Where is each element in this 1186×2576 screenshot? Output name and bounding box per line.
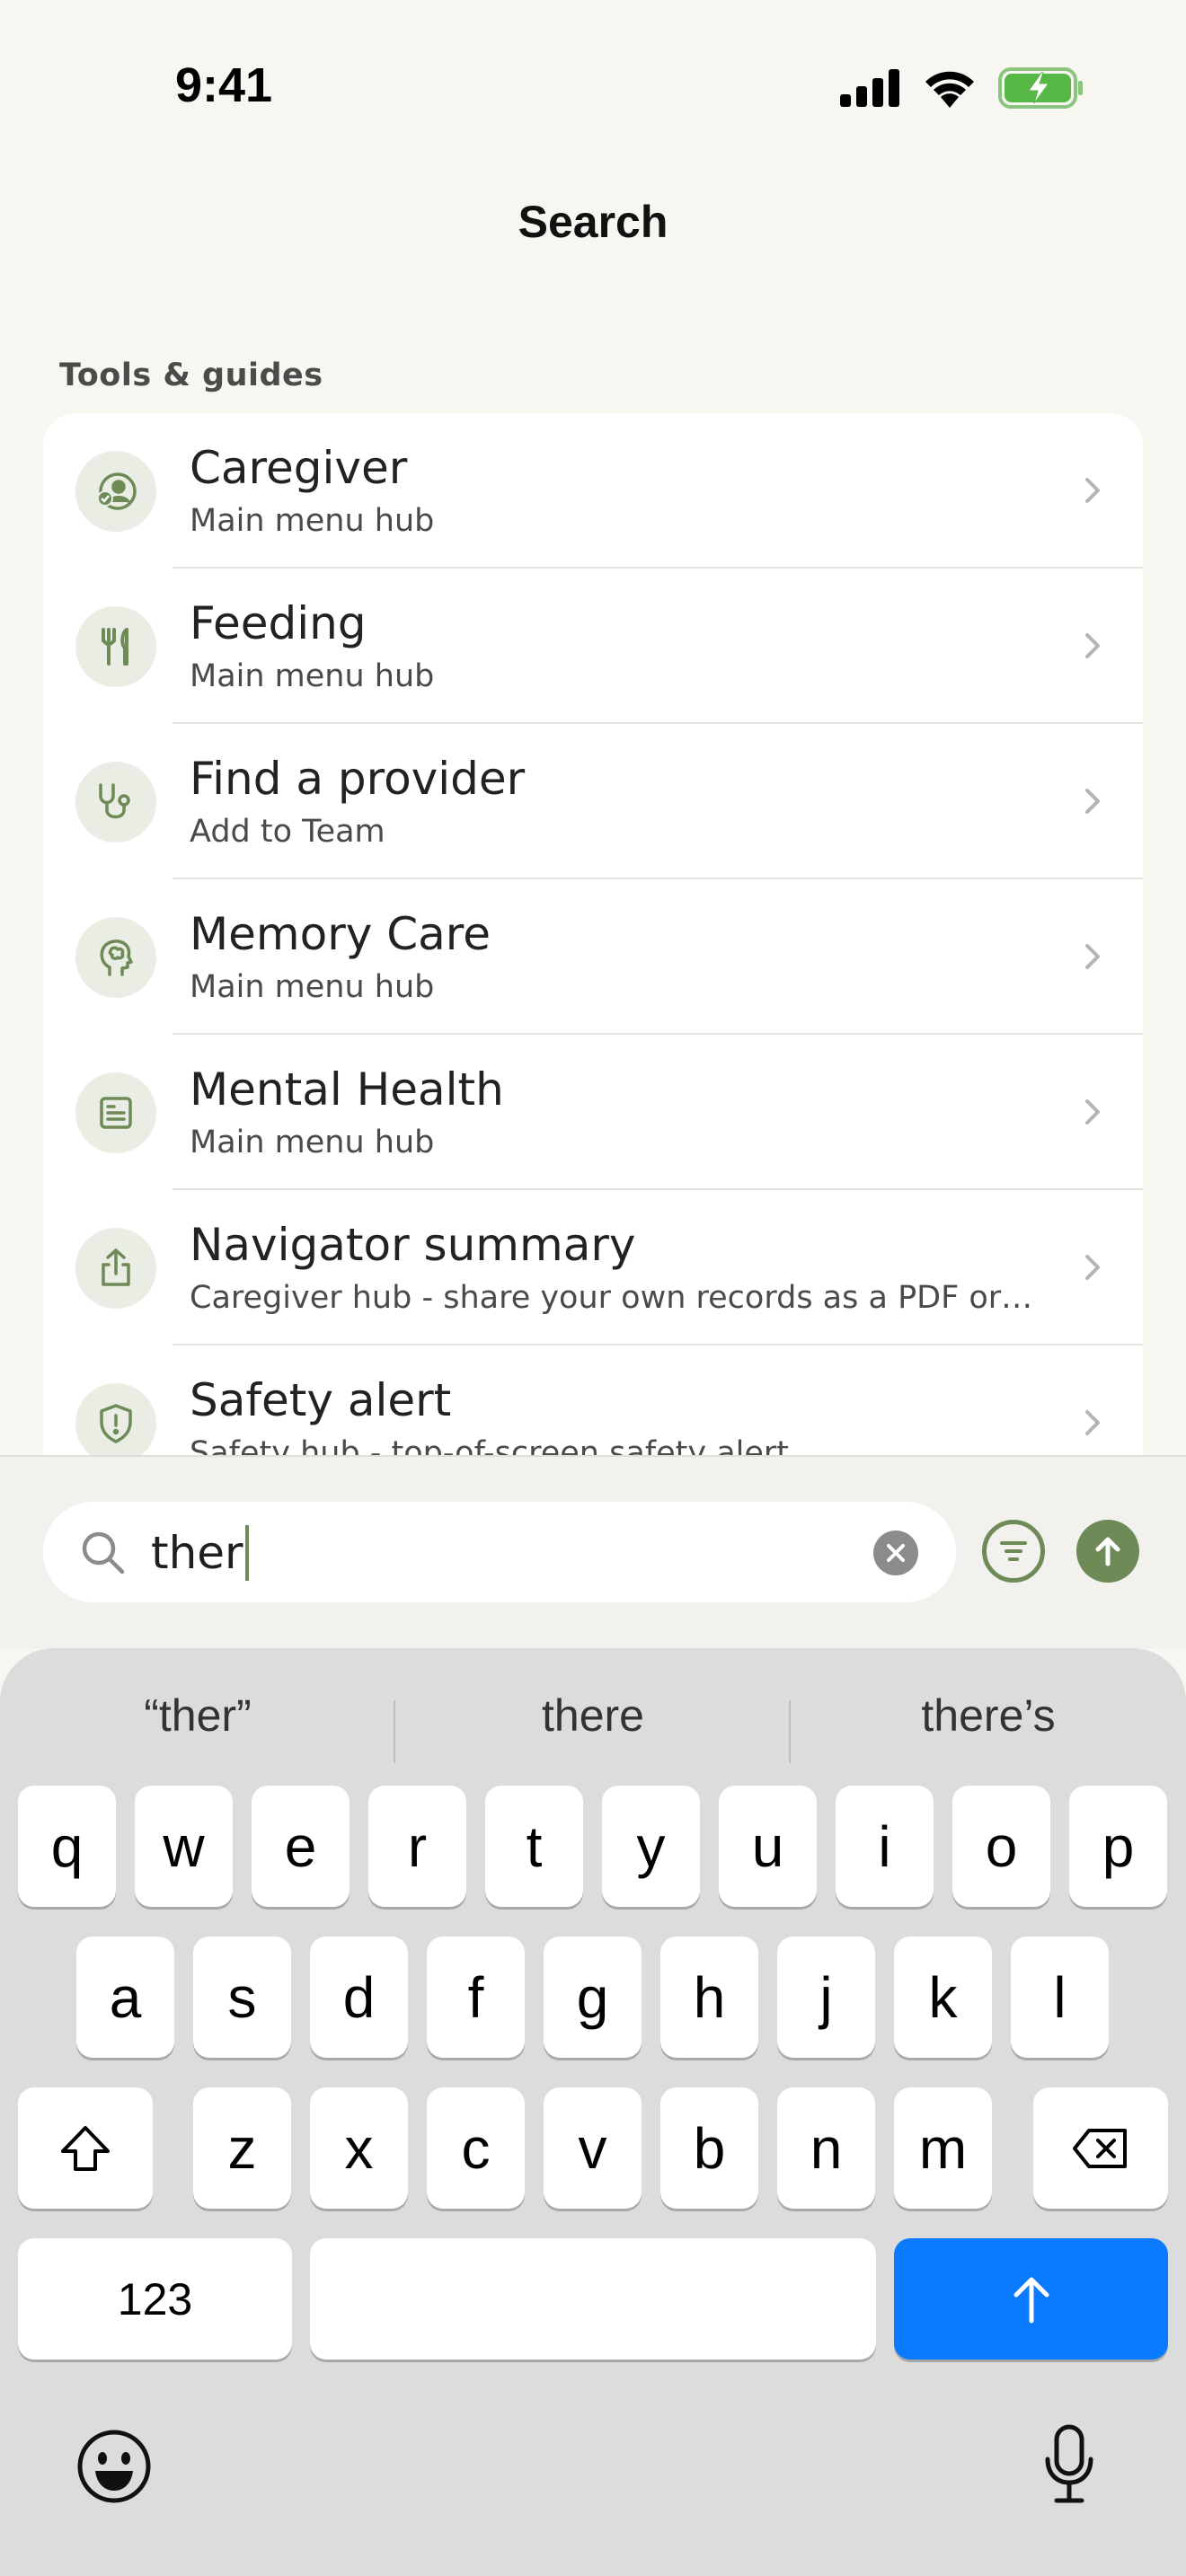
key-x[interactable]: x [310, 2087, 408, 2209]
chevron-right-icon [1085, 1410, 1100, 1435]
result-title: Safety alert [190, 1374, 452, 1426]
search-value: ther [151, 1525, 249, 1581]
key-j[interactable]: j [777, 1936, 875, 2058]
search-bar: ther [0, 1455, 1186, 1648]
result-subtitle: Main menu hub [190, 969, 435, 1005]
shift-icon [61, 2125, 110, 2171]
key-q[interactable]: q [18, 1786, 116, 1907]
search-value-text: ther [151, 1527, 243, 1579]
result-title: Find a provider [190, 753, 526, 805]
key-u[interactable]: u [719, 1786, 817, 1907]
result-title: Navigator summary [190, 1219, 636, 1271]
key-b[interactable]: b [660, 2087, 758, 2209]
result-item-feeding[interactable]: Feeding Main menu hub [43, 569, 1143, 724]
key-f[interactable]: f [427, 1936, 525, 2058]
result-subtitle: Main menu hub [190, 658, 435, 694]
key-h[interactable]: h [660, 1936, 758, 2058]
result-subtitle: Caregiver hub - share your own records a… [190, 1280, 1033, 1316]
result-title: Caregiver [190, 442, 408, 494]
key-w[interactable]: w [135, 1786, 233, 1907]
clear-search-button[interactable] [873, 1531, 918, 1575]
key-c[interactable]: c [427, 2087, 525, 2209]
result-item-navigator-summary[interactable]: Navigator summary Caregiver hub - share … [43, 1190, 1143, 1345]
key-m[interactable]: m [894, 2087, 992, 2209]
key-d[interactable]: d [310, 1936, 408, 2058]
return-key[interactable] [894, 2238, 1168, 2360]
chevron-right-icon [1085, 478, 1100, 503]
search-input[interactable]: ther [43, 1502, 956, 1602]
results-list: Caregiver Main menu hub Feeding Main men… [43, 413, 1143, 1455]
stethoscope-icon [75, 762, 156, 842]
status-time: 9:41 [175, 58, 273, 112]
result-title: Memory Care [190, 908, 491, 960]
suggestion-item[interactable]: there’s [791, 1666, 1186, 1765]
backspace-icon [1073, 2128, 1127, 2168]
key-k[interactable]: k [894, 1936, 992, 2058]
chevron-right-icon [1085, 1099, 1100, 1125]
search-icon [82, 1531, 125, 1575]
cellular-signal-icon [840, 69, 899, 107]
key-r[interactable]: r [368, 1786, 466, 1907]
fork-knife-icon [75, 606, 156, 687]
delete-key[interactable] [1033, 2087, 1168, 2209]
battery-charging-icon [998, 67, 1083, 109]
page-title: Search [518, 197, 668, 247]
numbers-key[interactable]: 123 [18, 2238, 292, 2360]
chevron-right-icon [1085, 633, 1100, 658]
key-o[interactable]: o [952, 1786, 1050, 1907]
key-g[interactable]: g [544, 1936, 642, 2058]
key-l[interactable]: l [1011, 1936, 1109, 2058]
chevron-right-icon [1085, 944, 1100, 969]
caregiver-icon [75, 451, 156, 532]
clipboard-icon [75, 1072, 156, 1153]
shift-key[interactable] [18, 2087, 153, 2209]
status-icons [840, 61, 1084, 115]
key-p[interactable]: p [1069, 1786, 1167, 1907]
filter-icon [1000, 1541, 1027, 1561]
result-subtitle: Safety hub - top-of-screen safety alert [190, 1435, 790, 1455]
keyboard: “ther” there there’s q w e r t y u i o p… [0, 1648, 1186, 2576]
space-key[interactable] [310, 2238, 876, 2360]
key-n[interactable]: n [777, 2087, 875, 2209]
share-icon [75, 1228, 156, 1309]
result-item-memory-care[interactable]: Memory Care Main menu hub [43, 879, 1143, 1035]
head-brain-icon [75, 917, 156, 998]
arrow-up-icon [1095, 1537, 1120, 1566]
result-item-safety-alert[interactable]: Safety alert Safety hub - top-of-screen … [43, 1345, 1143, 1455]
close-icon [887, 1544, 905, 1562]
result-subtitle: Add to Team [190, 814, 385, 850]
key-y[interactable]: y [602, 1786, 700, 1907]
result-title: Mental Health [190, 1063, 504, 1116]
suggestion-bar: “ther” there there’s [0, 1666, 1186, 1765]
suggestion-item[interactable]: “ther” [0, 1666, 395, 1765]
suggestion-item[interactable]: there [395, 1666, 791, 1765]
text-caret [244, 1525, 249, 1581]
filter-button[interactable] [982, 1520, 1045, 1583]
arrow-up-icon [1013, 2277, 1049, 2323]
key-t[interactable]: t [485, 1786, 583, 1907]
status-bar: 9:41 [0, 0, 1186, 171]
result-subtitle: Main menu hub [190, 1125, 435, 1160]
key-i[interactable]: i [836, 1786, 934, 1907]
emoji-button[interactable] [75, 2428, 153, 2505]
key-v[interactable]: v [544, 2087, 642, 2209]
chevron-right-icon [1085, 1255, 1100, 1280]
result-item-caregiver[interactable]: Caregiver Main menu hub [43, 413, 1143, 569]
submit-search-button[interactable] [1076, 1520, 1139, 1583]
result-subtitle: Main menu hub [190, 503, 435, 539]
shield-alert-icon [75, 1383, 156, 1455]
dictation-button[interactable] [1033, 2419, 1105, 2509]
result-title: Feeding [190, 597, 367, 649]
result-item-find-a-provider[interactable]: Find a provider Add to Team [43, 724, 1143, 879]
wifi-icon [925, 71, 974, 108]
emoji-icon [77, 2430, 151, 2503]
result-item-mental-health[interactable]: Mental Health Main menu hub [43, 1035, 1143, 1190]
key-a[interactable]: a [76, 1936, 174, 2058]
section-label: Tools & guides [59, 357, 323, 393]
microphone-icon [1045, 2424, 1093, 2503]
key-e[interactable]: e [252, 1786, 350, 1907]
chevron-right-icon [1085, 789, 1100, 814]
key-z[interactable]: z [193, 2087, 291, 2209]
key-s[interactable]: s [193, 1936, 291, 2058]
